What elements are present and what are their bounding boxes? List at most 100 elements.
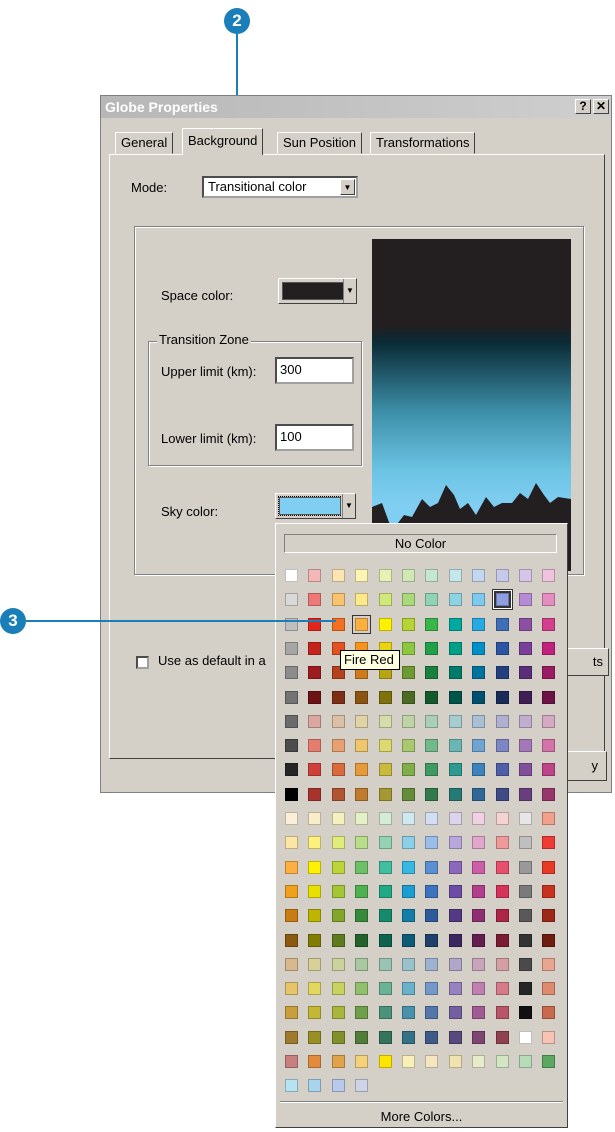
close-button[interactable]: ✕ <box>593 99 609 114</box>
color-swatch[interactable] <box>425 617 439 631</box>
space-color-button[interactable]: ▼ <box>278 278 357 304</box>
color-swatch[interactable] <box>542 1055 556 1068</box>
color-swatch[interactable] <box>472 666 486 680</box>
color-swatch[interactable] <box>285 739 298 753</box>
color-swatch[interactable] <box>331 1079 345 1093</box>
color-swatch[interactable] <box>308 860 322 874</box>
color-swatch[interactable] <box>402 666 415 680</box>
more-colors-button[interactable]: More Colors... <box>276 1109 567 1124</box>
color-swatch[interactable] <box>472 909 486 923</box>
color-swatch[interactable] <box>542 641 556 655</box>
color-swatch[interactable] <box>331 714 345 728</box>
chevron-down-icon[interactable]: ▼ <box>343 279 356 303</box>
color-swatch[interactable] <box>355 739 369 753</box>
color-swatch[interactable] <box>285 909 298 923</box>
color-swatch[interactable] <box>378 787 392 801</box>
color-swatch[interactable] <box>331 982 345 996</box>
color-swatch[interactable] <box>425 812 439 825</box>
color-swatch[interactable] <box>519 860 532 874</box>
color-swatch[interactable] <box>285 836 298 850</box>
color-swatch[interactable] <box>425 860 439 874</box>
color-swatch[interactable] <box>378 884 392 898</box>
color-swatch[interactable] <box>331 569 345 582</box>
color-swatch[interactable] <box>285 714 298 728</box>
color-swatch[interactable] <box>425 884 439 898</box>
color-swatch[interactable] <box>472 884 486 898</box>
title-bar[interactable]: Globe Properties ? ✕ <box>101 96 611 118</box>
color-swatch[interactable] <box>402 690 415 704</box>
color-swatch[interactable] <box>402 884 415 898</box>
color-swatch[interactable] <box>542 1030 556 1044</box>
color-swatch[interactable] <box>519 666 532 680</box>
color-swatch[interactable] <box>448 763 462 777</box>
color-swatch[interactable] <box>308 836 322 850</box>
color-swatch[interactable] <box>448 739 462 753</box>
color-swatch[interactable] <box>542 617 556 631</box>
color-swatch[interactable] <box>425 569 439 582</box>
color-swatch[interactable] <box>355 569 369 582</box>
color-swatch[interactable] <box>519 982 532 996</box>
color-swatch[interactable] <box>448 690 462 704</box>
color-swatch[interactable] <box>448 1006 462 1020</box>
color-swatch[interactable] <box>519 569 532 582</box>
color-swatch[interactable] <box>331 836 345 850</box>
color-swatch[interactable] <box>519 641 532 655</box>
color-swatch[interactable] <box>355 957 369 971</box>
color-swatch[interactable] <box>355 1006 369 1020</box>
color-swatch[interactable] <box>285 787 298 801</box>
color-swatch[interactable] <box>448 909 462 923</box>
color-swatch[interactable] <box>542 569 556 582</box>
color-swatch[interactable] <box>448 714 462 728</box>
color-swatch[interactable] <box>425 739 439 753</box>
use-as-default-checkbox[interactable] <box>136 656 149 669</box>
lower-limit-input[interactable]: 100 <box>275 424 354 451</box>
color-swatch[interactable] <box>425 763 439 777</box>
color-swatch[interactable] <box>308 957 322 971</box>
color-swatch[interactable] <box>352 614 372 634</box>
color-swatch[interactable] <box>425 909 439 923</box>
color-swatch[interactable] <box>448 641 462 655</box>
color-swatch[interactable] <box>331 763 345 777</box>
color-swatch[interactable] <box>308 739 322 753</box>
color-swatch[interactable] <box>331 957 345 971</box>
color-swatch[interactable] <box>495 957 509 971</box>
color-swatch[interactable] <box>495 739 509 753</box>
color-swatch[interactable] <box>402 933 415 947</box>
color-swatch[interactable] <box>355 884 369 898</box>
color-swatch[interactable] <box>402 836 415 850</box>
color-swatch[interactable] <box>378 982 392 996</box>
color-swatch[interactable] <box>472 714 486 728</box>
color-swatch[interactable] <box>519 933 532 947</box>
color-swatch[interactable] <box>519 593 532 607</box>
color-swatch[interactable] <box>308 690 322 704</box>
color-swatch[interactable] <box>495 666 509 680</box>
color-swatch[interactable] <box>331 933 345 947</box>
color-swatch[interactable] <box>519 690 532 704</box>
color-swatch[interactable] <box>355 714 369 728</box>
color-swatch[interactable] <box>472 933 486 947</box>
color-swatch[interactable] <box>448 812 462 825</box>
color-swatch[interactable] <box>355 1055 369 1068</box>
color-swatch[interactable] <box>331 593 345 607</box>
color-swatch[interactable] <box>495 884 509 898</box>
color-swatch[interactable] <box>519 909 532 923</box>
chevron-down-icon[interactable]: ▼ <box>340 179 355 195</box>
color-swatch[interactable] <box>542 787 556 801</box>
color-swatch[interactable] <box>355 860 369 874</box>
color-swatch[interactable] <box>448 569 462 582</box>
color-swatch[interactable] <box>448 982 462 996</box>
color-swatch[interactable] <box>378 763 392 777</box>
color-swatch[interactable] <box>308 593 322 607</box>
color-swatch[interactable] <box>542 666 556 680</box>
color-swatch[interactable] <box>378 1006 392 1020</box>
color-swatch[interactable] <box>448 787 462 801</box>
color-swatch[interactable] <box>495 982 509 996</box>
tab-sun-position[interactable]: Sun Position <box>277 132 362 154</box>
color-swatch[interactable] <box>378 617 392 631</box>
color-swatch[interactable] <box>355 787 369 801</box>
color-swatch[interactable] <box>285 1030 298 1044</box>
tab-background[interactable]: Background <box>182 128 264 155</box>
color-swatch[interactable] <box>472 957 486 971</box>
color-swatch[interactable] <box>495 763 509 777</box>
color-swatch[interactable] <box>495 860 509 874</box>
